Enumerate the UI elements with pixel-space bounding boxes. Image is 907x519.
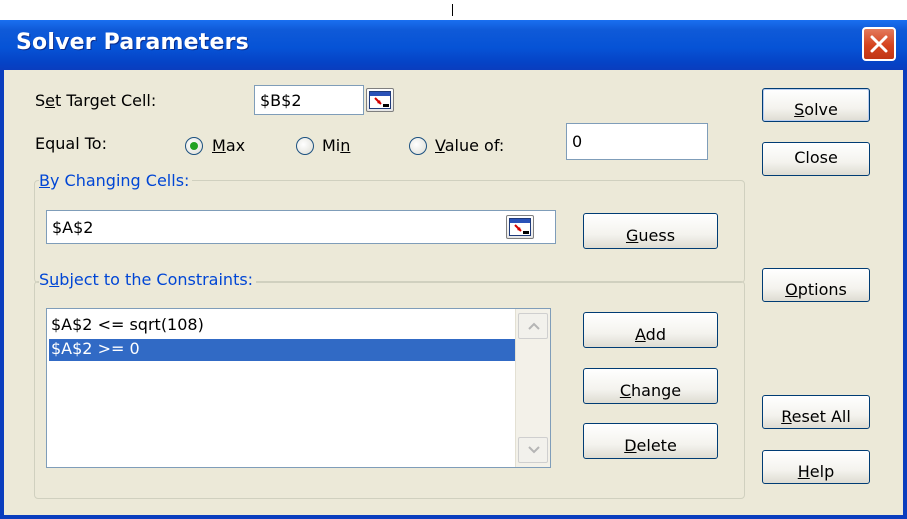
scroll-down-button[interactable] — [518, 437, 548, 463]
list-item[interactable]: $A$2 >= 0 — [49, 339, 515, 361]
close-icon — [870, 35, 888, 53]
min-radio-label[interactable]: Min — [322, 136, 350, 155]
target-cell-collapse-button[interactable] — [366, 88, 394, 112]
max-radio-label[interactable]: Max — [212, 136, 245, 155]
add-button[interactable]: Add — [583, 312, 718, 348]
scroll-down-icon — [528, 446, 540, 454]
list-item[interactable]: $A$2 <= sqrt(108) — [49, 315, 515, 337]
top-strip — [0, 0, 907, 20]
close-window-button[interactable] — [862, 27, 896, 61]
dialog-title: Solver Parameters — [16, 30, 249, 55]
close-button[interactable]: Close — [762, 142, 870, 176]
solver-parameters-dialog: Solver Parameters Set Target Cell: $B$2 … — [0, 0, 907, 519]
changing-cells-input[interactable]: $A$2 — [46, 210, 556, 244]
target-cell-input[interactable]: $B$2 — [254, 85, 364, 115]
change-button[interactable]: Change — [583, 368, 718, 404]
min-radio[interactable] — [296, 137, 314, 155]
changing-cells-group-title: By Changing Cells: — [39, 171, 193, 190]
title-bar[interactable]: Solver Parameters — [0, 20, 907, 70]
collapse-dialog-icon — [369, 91, 391, 109]
constraints-list[interactable]: $A$2 <= sqrt(108) $A$2 >= 0 — [46, 308, 551, 468]
guess-button[interactable]: Guess — [583, 213, 718, 249]
target-cell-label: Set Target Cell: — [35, 91, 157, 110]
scroll-up-icon — [528, 322, 540, 330]
help-button[interactable]: Help — [762, 450, 870, 484]
changing-cells-collapse-button[interactable] — [506, 215, 534, 239]
delete-button[interactable]: Delete — [583, 423, 718, 459]
max-radio[interactable] — [185, 137, 203, 155]
options-button[interactable]: Options — [762, 268, 870, 302]
scroll-up-button[interactable] — [518, 313, 548, 339]
constraints-group-title: Subject to the Constraints: — [39, 270, 257, 289]
value-of-radio-label[interactable]: Value of: — [435, 136, 504, 155]
value-of-input[interactable]: 0 — [566, 123, 708, 160]
equal-to-label: Equal To: — [35, 134, 107, 153]
solve-button[interactable]: Solve — [762, 88, 870, 122]
constraints-scrollbar[interactable] — [515, 309, 550, 467]
reset-all-button[interactable]: Reset All — [762, 395, 870, 429]
collapse-dialog-icon — [509, 218, 531, 236]
value-of-radio[interactable] — [409, 137, 427, 155]
cursor-mark — [452, 4, 453, 16]
